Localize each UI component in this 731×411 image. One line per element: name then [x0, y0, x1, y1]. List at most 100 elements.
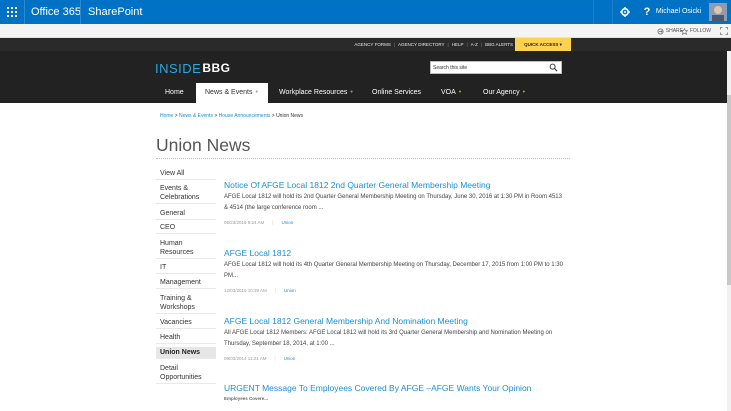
nav-item-label: News & Events	[205, 89, 253, 96]
nav-item-label: Our Agency	[483, 89, 520, 96]
nav-item-voa[interactable]: VOA •	[441, 83, 461, 103]
logo-mark: BBG	[202, 61, 231, 75]
dot-icon: •	[458, 89, 462, 96]
utility-link-agency-forms[interactable]: AGENCY FORMS	[354, 38, 390, 51]
breadcrumb: Home > News & Events > House Announcemen…	[160, 113, 303, 119]
divider	[593, 0, 594, 24]
divider: |	[272, 220, 274, 225]
nav-item-label: VOA	[441, 89, 456, 96]
waffle-icon[interactable]	[0, 0, 24, 24]
dot-icon: •	[255, 89, 258, 96]
divider: |	[393, 42, 396, 47]
site-logo[interactable]: INSIDE BBG	[155, 60, 231, 76]
logo-text: INSIDE	[155, 60, 202, 76]
category-detail-opportunities[interactable]: Detail Opportunities	[156, 362, 216, 384]
site-name[interactable]: SharePoint	[88, 0, 142, 24]
share-icon	[657, 28, 664, 34]
breadcrumb-separator: >	[174, 113, 178, 119]
article-summary: AFGE Local 1812 will hold its 4th Quarte…	[224, 262, 563, 279]
article-tag[interactable]: Union	[284, 288, 296, 293]
category-health[interactable]: Health	[156, 332, 216, 344]
category-training-workshops[interactable]: Training & Workshops	[156, 292, 216, 314]
quick-access-button[interactable]: QUICK ACCESS ▾	[515, 38, 571, 51]
article-title[interactable]: AFGE Local 1812 General Membership And N…	[224, 316, 468, 326]
article-meta: 12/03/2015 10:39 AM | Union	[224, 288, 296, 293]
utility-link-agency-directory[interactable]: AGENCY DIRECTORY	[398, 38, 445, 51]
focus-content-icon[interactable]	[720, 24, 728, 38]
gear-icon[interactable]	[614, 0, 636, 24]
breadcrumb-home[interactable]: Home	[160, 113, 173, 119]
avatar[interactable]	[709, 3, 727, 21]
article-date: 06/23/2016 9:24 AM	[224, 220, 265, 225]
article-title[interactable]: Notice Of AFGE Local 1812 2nd Quarter Ge…	[224, 180, 490, 190]
global-nav: Home News & Events • Workplace Resources •…	[0, 83, 731, 103]
category-union-news[interactable]: Union News	[156, 347, 216, 359]
page-scrollbar[interactable]	[727, 51, 731, 411]
page-title: Union News	[156, 135, 251, 155]
nav-item-news-events[interactable]: News & Events •	[196, 83, 268, 103]
divider	[24, 0, 25, 24]
nav-item-workplace-resources[interactable]: Workplace Resources •	[279, 83, 353, 103]
divider: |	[274, 356, 276, 361]
utility-bar: AGENCY FORMS | AGENCY DIRECTORY | HELP |…	[0, 38, 731, 51]
utility-links: AGENCY FORMS | AGENCY DIRECTORY | HELP |…	[354, 38, 513, 51]
category-events-celebrations[interactable]: Events & Celebrations	[156, 182, 216, 204]
category-it[interactable]: IT	[156, 262, 216, 274]
divider	[612, 0, 613, 24]
utility-link-help[interactable]: HELP	[452, 38, 464, 51]
search-input[interactable]	[433, 62, 545, 73]
search-icon[interactable]	[549, 63, 558, 72]
nav-item-online-services[interactable]: Online Services	[372, 83, 421, 103]
site-header: INSIDE BBG	[0, 51, 731, 83]
article-tag[interactable]: Union	[284, 356, 296, 361]
divider: |	[274, 288, 276, 293]
search-box	[430, 61, 562, 74]
article-summary: All AFGE Local 1812 Members: AFGE Local …	[224, 330, 553, 347]
category-human-resources[interactable]: Human Resources	[156, 237, 216, 259]
article-date: 12/03/2015 10:39 AM	[224, 288, 267, 293]
user-name[interactable]: Michael Osicki	[656, 0, 701, 24]
article-tag[interactable]: Union	[281, 220, 293, 225]
app-name[interactable]: Office 365	[31, 0, 81, 24]
follow-label: FOLLOW	[689, 28, 711, 34]
triangle-down-icon: ▾	[559, 42, 562, 47]
divider	[80, 0, 81, 24]
divider: |	[480, 42, 483, 47]
dot-icon: •	[350, 89, 353, 96]
quick-access-label: QUICK ACCESS	[524, 42, 559, 47]
share-button[interactable]: SHARE	[657, 24, 683, 38]
breadcrumb-house-announcements[interactable]: House Announcements	[219, 113, 271, 119]
breadcrumb-separator: >	[214, 113, 218, 119]
breadcrumb-separator: >	[271, 113, 275, 119]
nav-item-home[interactable]: Home	[165, 83, 184, 103]
category-management[interactable]: Management	[156, 277, 216, 289]
article-title[interactable]: AFGE Local 1812	[224, 248, 291, 258]
article-date: 09/03/2014 11:21 AM	[224, 356, 267, 361]
dot-icon: •	[522, 89, 526, 96]
star-icon	[680, 27, 688, 35]
article-meta: 09/03/2014 11:21 AM | Union	[224, 356, 295, 361]
help-icon[interactable]: ?	[636, 0, 658, 24]
article-meta: 06/23/2016 9:24 AM | Union	[224, 220, 293, 225]
scrollbar-thumb[interactable]	[727, 95, 731, 285]
nav-item-label: Home	[165, 89, 184, 96]
divider: |	[466, 42, 468, 47]
follow-button[interactable]: FOLLOW	[680, 24, 711, 38]
article-summary: Employees Covere...	[224, 396, 269, 401]
category-vacancies[interactable]: Vacancies	[156, 317, 216, 329]
utility-link-a-z[interactable]: A-Z	[471, 38, 478, 51]
article-summary: AFGE Local 1812 will hold its 2nd Quarte…	[224, 194, 562, 211]
breadcrumb-current: Union News	[276, 113, 304, 119]
nav-item-label: Online Services	[372, 89, 422, 96]
nav-item-label: Workplace Resources	[279, 89, 348, 96]
nav-item-our-agency[interactable]: Our Agency •	[483, 83, 525, 103]
title-divider	[156, 158, 570, 159]
breadcrumb-news-events[interactable]: News & Events	[179, 113, 213, 119]
article-title[interactable]: URGENT Message To Employees Covered By A…	[224, 383, 531, 393]
category-general[interactable]: General	[156, 208, 216, 220]
category-view-all[interactable]: View All	[156, 168, 216, 180]
suite-bar: Office 365 SharePoint ? Michael Osicki	[0, 0, 731, 24]
category-ceo[interactable]: CEO	[156, 222, 216, 234]
utility-link-bbg-alerts[interactable]: BBG ALERTS	[485, 38, 513, 51]
page-actions-bar: SHARE FOLLOW	[0, 24, 731, 38]
